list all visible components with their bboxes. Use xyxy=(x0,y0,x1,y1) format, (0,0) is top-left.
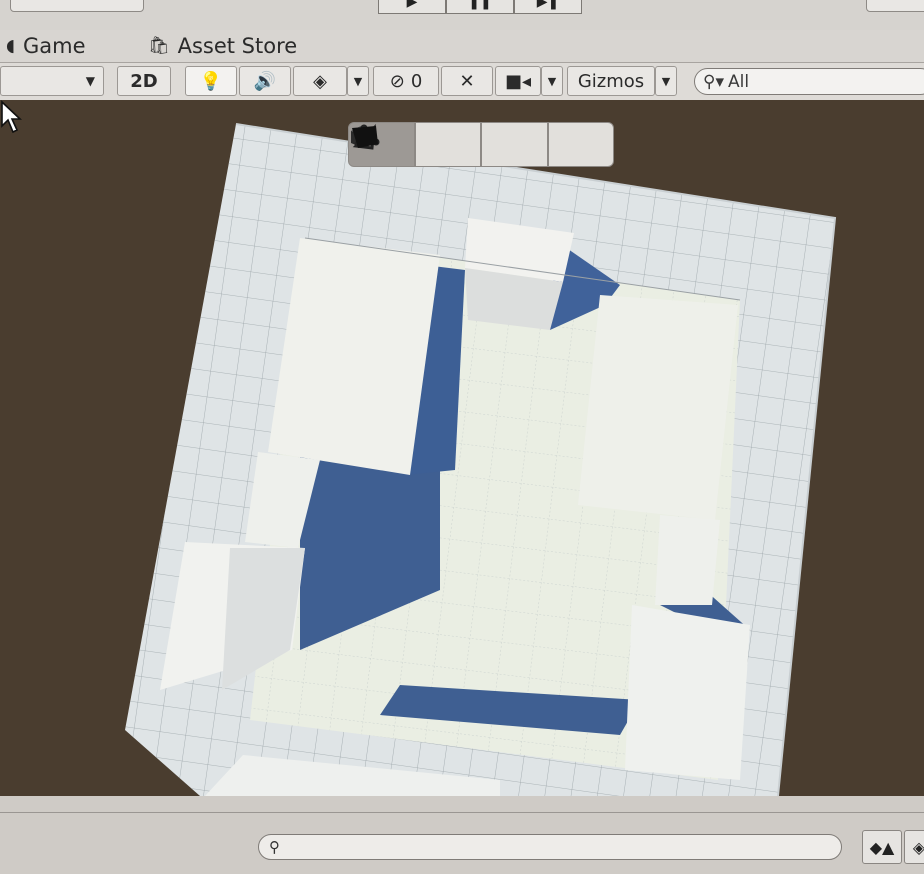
scene-visibility-button[interactable]: ⊘ 0 xyxy=(373,66,439,96)
tab-asset-store[interactable]: 🛍 Asset Store xyxy=(148,33,297,59)
lightbulb-icon: 💡 xyxy=(199,70,223,92)
pause-icon: ❚❚ xyxy=(468,0,492,10)
chevron-down-icon: ▼ xyxy=(547,74,557,88)
scene-view[interactable] xyxy=(0,100,924,796)
search-icon: ⚲ xyxy=(269,838,280,856)
window-tabs: ◖ Game 🛍 Asset Store xyxy=(0,30,924,62)
hierarchy-search-input[interactable]: ⚲▾ All xyxy=(694,68,924,95)
mouse-cursor-icon xyxy=(1,100,23,134)
gizmos-button[interactable]: Gizmos xyxy=(567,66,655,96)
toggle-2d-label: 2D xyxy=(130,70,158,92)
edge-tool-button[interactable] xyxy=(352,122,548,167)
effects-dropdown[interactable]: ▼ xyxy=(347,66,369,96)
hidden-count: 0 xyxy=(410,70,423,92)
search-icon: ⚲▾ xyxy=(703,71,724,92)
pause-button[interactable]: ❚❚ xyxy=(446,0,514,14)
filter-by-type-button[interactable]: ◆▲ xyxy=(862,830,902,864)
play-controls: ▶ ❚❚ ▶❚ xyxy=(378,0,582,14)
tab-game-label: Game xyxy=(22,34,86,58)
camera-icon: ■◂ xyxy=(504,70,532,92)
layers-icon: ◈ xyxy=(313,70,327,92)
filter-by-label-button[interactable]: ◈ xyxy=(904,830,924,864)
play-button[interactable]: ▶ xyxy=(378,0,446,14)
hidden-eye-icon: ⊘ xyxy=(389,70,405,92)
scene-toolbar: ▼ 2D 💡 🔊 ◈ ▼ ⊘ 0 ✕ ■◂ ▼ Gizmos ▼ ⚲▾ All xyxy=(0,62,924,102)
play-icon: ▶ xyxy=(406,0,418,10)
top-right-control[interactable] xyxy=(866,0,924,12)
tools-toggle-button[interactable]: ✕ xyxy=(441,66,493,96)
game-icon: ◖ xyxy=(6,36,15,56)
panel-divider xyxy=(0,812,924,813)
shading-mode-dropdown[interactable]: ▼ xyxy=(0,66,104,96)
search-value: All xyxy=(727,71,750,92)
tab-asset-store-label: Asset Store xyxy=(177,34,298,58)
toggle-2d-button[interactable]: 2D xyxy=(117,66,171,96)
speaker-icon: 🔊 xyxy=(253,70,277,92)
crossed-tools-icon: ✕ xyxy=(459,70,475,92)
gizmos-label: Gizmos xyxy=(577,70,645,92)
effects-toggle-button[interactable]: ◈ xyxy=(293,66,347,96)
scene-render xyxy=(125,123,837,796)
gizmos-dropdown[interactable]: ▼ xyxy=(655,66,677,96)
camera-dropdown[interactable]: ▼ xyxy=(541,66,563,96)
tab-game[interactable]: ◖ Game xyxy=(6,33,86,59)
shopping-bag-icon: 🛍 xyxy=(148,36,170,56)
editor-tool-buttons xyxy=(348,122,614,167)
project-panel: ⚲ ◆▲ ◈ xyxy=(0,796,924,874)
audio-toggle-button[interactable]: 🔊 xyxy=(239,66,291,96)
step-button[interactable]: ▶❚ xyxy=(514,0,582,14)
tag-icon: ◈ xyxy=(912,837,924,857)
face-tool-button[interactable] xyxy=(352,122,614,167)
shapes-icon: ◆▲ xyxy=(869,837,895,857)
face-icon xyxy=(352,126,378,148)
vertex-edit-tool-button[interactable] xyxy=(354,122,481,167)
chevron-down-icon: ▼ xyxy=(353,74,363,88)
camera-button[interactable]: ■◂ xyxy=(495,66,541,96)
chevron-down-icon: ▼ xyxy=(661,74,671,88)
step-icon: ▶❚ xyxy=(536,0,560,10)
chevron-down-icon: ▼ xyxy=(85,74,95,88)
top-strip: ▶ ❚❚ ▶❚ xyxy=(0,0,924,32)
lighting-toggle-button[interactable]: 💡 xyxy=(185,66,237,96)
project-search-input[interactable]: ⚲ xyxy=(258,834,842,860)
top-left-control[interactable] xyxy=(10,0,144,12)
